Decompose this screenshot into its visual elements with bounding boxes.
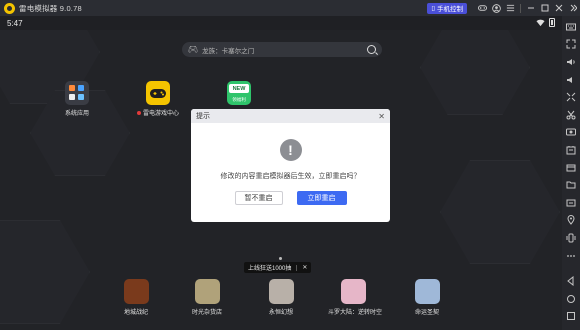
restart-dialog: 提示 ✕ ! 修改的内容重启模拟器后生效，立即重启吗？ 暂不重启 立即重启 — [191, 109, 390, 222]
dock-app-label: 命运圣契 — [414, 310, 439, 316]
game-icon — [268, 279, 294, 304]
promo-text: 上线狂送1000抽 — [248, 266, 292, 272]
background-hexagon — [420, 30, 530, 115]
phone-control-button[interactable]: ▯ 手机控制 — [427, 2, 467, 14]
sync-icon[interactable] — [562, 194, 580, 212]
folder-icon[interactable] — [562, 176, 580, 194]
apk-install-icon[interactable] — [562, 141, 580, 159]
keyboard-icon[interactable] — [562, 18, 580, 36]
game-icon — [414, 279, 440, 304]
scissors-icon[interactable] — [562, 106, 580, 124]
game-icon — [123, 279, 149, 304]
game-icon — [340, 279, 366, 304]
app-welfare[interactable]: NEW 领福利 — [211, 81, 267, 105]
new-badge: NEW — [229, 84, 249, 93]
app-label: 雷电游戏中心 — [142, 111, 179, 117]
cancel-button[interactable]: 暂不重启 — [234, 191, 283, 205]
phone-control-label: 手机控制 — [437, 6, 463, 13]
promo-divider — [296, 264, 298, 271]
dialog-close-icon[interactable]: ✕ — [378, 112, 385, 121]
notification-dot — [136, 111, 141, 116]
shake-icon[interactable] — [562, 229, 580, 247]
promo-close-icon[interactable]: ✕ — [302, 264, 307, 271]
app-logo-icon — [4, 2, 15, 14]
emulator-window: 雷电模拟器 9.0.78 ▯ 手机控制 🎮︎ 龙族：卡塞尔之门 系统应用 雷电游… — [0, 0, 580, 330]
location-icon[interactable] — [562, 212, 580, 230]
wifi-icon — [536, 19, 545, 27]
folder-icon — [65, 81, 89, 105]
app-label: 系统应用 — [64, 111, 89, 117]
recent-apps-icon[interactable] — [562, 308, 580, 326]
right-toolbar — [562, 16, 580, 330]
game-icon — [194, 279, 220, 304]
dock-app-label: 地城战纪 — [123, 310, 148, 316]
dialog-header: 提示 ✕ — [191, 109, 390, 123]
gamepad-icon[interactable] — [475, 0, 489, 16]
window-title: 雷电模拟器 9.0.78 — [19, 3, 82, 13]
background-hexagon — [440, 160, 560, 264]
close-icon[interactable] — [552, 0, 566, 16]
dock-app[interactable]: 斗罗大陆：逆转时空 — [328, 279, 383, 316]
dock-app[interactable]: 命运圣契 — [402, 279, 452, 316]
app-system-apps[interactable]: 系统应用 — [49, 81, 105, 117]
dock-app-label: 时光杂货店 — [191, 310, 222, 316]
title-divider — [520, 3, 521, 13]
search-placeholder: 龙族：卡塞尔之门 — [202, 47, 255, 55]
battery-icon — [549, 18, 555, 27]
welfare-sub-label: 领福利 — [232, 97, 246, 102]
search-icon[interactable] — [367, 45, 376, 54]
back-icon[interactable] — [562, 272, 580, 290]
collapse-sidebar-icon[interactable] — [566, 0, 580, 16]
dock-app[interactable]: 永恒幻想 — [256, 279, 306, 316]
dock-app[interactable]: 地城战纪 — [111, 279, 161, 316]
maximize-icon[interactable] — [538, 0, 552, 16]
dock-app-label: 永恒幻想 — [268, 310, 293, 316]
menu-icon[interactable] — [503, 0, 517, 16]
dialog-message: 修改的内容重启模拟器后生效，立即重启吗？ — [220, 173, 361, 180]
game-center-icon — [146, 81, 170, 105]
volume-down-icon[interactable] — [562, 71, 580, 89]
minimize-icon[interactable] — [524, 0, 538, 16]
title-bar: 雷电模拟器 9.0.78 ▯ 手机控制 — [0, 0, 580, 16]
welfare-icon: NEW 领福利 — [227, 81, 251, 105]
background-hexagon — [0, 220, 90, 324]
gamepad-icon: 🎮︎ — [188, 45, 199, 54]
restart-now-button[interactable]: 立即重启 — [296, 191, 347, 205]
dock-app-label: 斗罗大陆：逆转时空 — [328, 310, 383, 316]
android-status-bar: 5:47 — [0, 16, 562, 30]
volume-icon[interactable] — [562, 53, 580, 71]
app-game-center[interactable]: 雷电游戏中心 — [130, 81, 186, 117]
more-icon[interactable] — [562, 247, 580, 265]
dock-app[interactable]: 时光杂货店 — [182, 279, 232, 316]
page-indicator — [279, 257, 282, 260]
phone-icon: ▯ — [431, 5, 435, 12]
record-icon[interactable] — [562, 124, 580, 142]
dialog-title: 提示 — [196, 113, 210, 120]
warning-icon: ! — [279, 139, 302, 161]
clock: 5:47 — [7, 18, 23, 28]
multi-window-icon[interactable] — [562, 159, 580, 177]
promo-banner[interactable]: 上线狂送1000抽 ✕ — [244, 262, 312, 273]
scale-icon[interactable] — [562, 88, 580, 106]
user-icon[interactable] — [489, 0, 503, 16]
fullscreen-icon[interactable] — [562, 36, 580, 54]
search-bar[interactable]: 🎮︎ 龙族：卡塞尔之门 — [182, 42, 382, 57]
home-icon[interactable] — [562, 290, 580, 308]
